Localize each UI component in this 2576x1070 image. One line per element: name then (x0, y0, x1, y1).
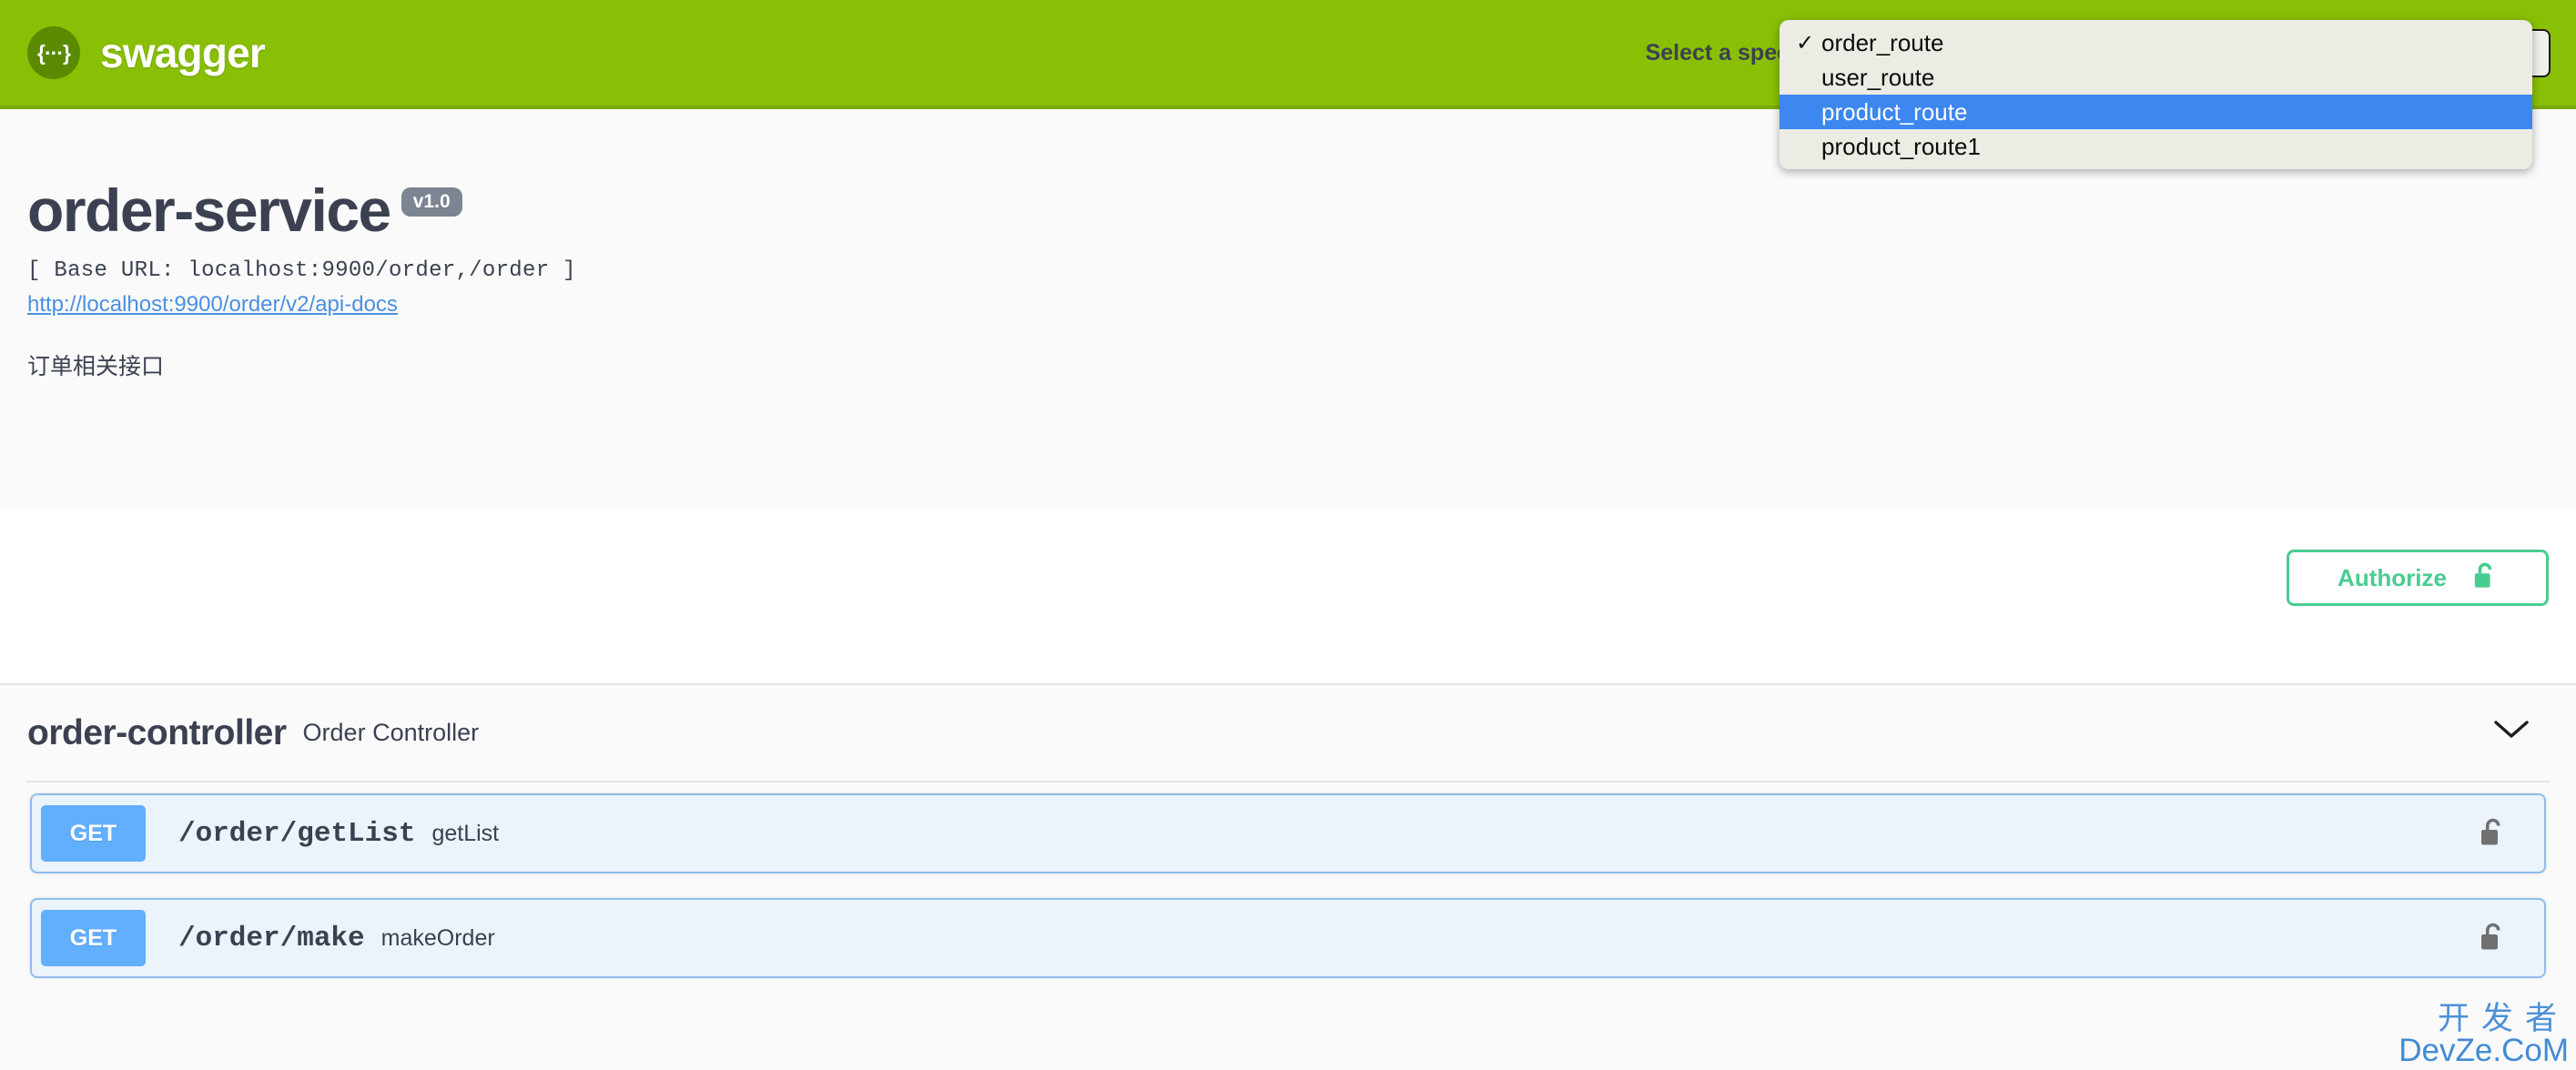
dropdown-option-product-route1[interactable]: product_route1 (1780, 129, 2532, 164)
authorize-button-label: Authorize (2338, 563, 2447, 591)
unlock-icon[interactable] (2479, 815, 2506, 854)
dropdown-option-order-route[interactable]: ✓ order_route (1780, 25, 2532, 60)
dropdown-option-label: product_route1 (1821, 132, 1981, 160)
operation-path: /order/getList (178, 817, 416, 850)
checkmark-icon: ✓ (1796, 30, 1815, 56)
swagger-logo[interactable]: {···} swagger (27, 26, 266, 79)
authorize-button[interactable]: Authorize (2287, 550, 2549, 606)
logo-text: swagger (100, 29, 266, 76)
api-description: 订单相关接口 (27, 354, 165, 379)
select-a-spec-label: Select a spec (1645, 39, 1790, 66)
dropdown-option-user-route[interactable]: user_route (1780, 60, 2532, 95)
tag-name: order-controller (27, 712, 287, 752)
dropdown-option-label: order_route (1821, 28, 1944, 56)
operation-row-get-order-make[interactable]: GET /order/make makeOrder (30, 898, 2546, 978)
method-badge-get: GET (41, 805, 146, 862)
tag-section: order-controller Order Controller GET /o… (0, 685, 2576, 1070)
unlock-icon (2472, 560, 2498, 596)
dropdown-option-label: user_route (1821, 63, 1935, 91)
operation-row-get-order-getlist[interactable]: GET /order/getList getList (30, 793, 2546, 873)
operation-summary: makeOrder (380, 924, 495, 951)
unlock-icon[interactable] (2479, 920, 2506, 959)
api-docs-link[interactable]: http://localhost:9900/order/v2/api-docs (27, 292, 398, 318)
authorize-section: Authorize (0, 510, 2576, 685)
spec-dropdown-list[interactable]: ✓ order_route user_route product_route p… (1780, 20, 2532, 169)
api-info-section: order-service v1.0 [ Base URL: localhost… (0, 113, 2576, 510)
page-title: order-service (27, 177, 391, 244)
dropdown-option-label: product_route (1821, 97, 1968, 126)
chevron-down-icon[interactable] (2492, 718, 2530, 746)
tag-header-order-controller[interactable]: order-controller Order Controller (27, 685, 2549, 781)
swagger-braces-icon: {···} (27, 26, 80, 79)
operation-summary: getList (431, 820, 500, 846)
base-url: [ Base URL: localhost:9900/order,/order … (27, 258, 576, 283)
tag-divider (25, 781, 2551, 782)
version-badge: v1.0 (401, 187, 462, 217)
dropdown-option-product-route[interactable]: product_route (1780, 95, 2532, 129)
operation-path: /order/make (178, 922, 365, 954)
method-badge-get: GET (41, 910, 146, 966)
tag-description: Order Controller (302, 719, 480, 746)
